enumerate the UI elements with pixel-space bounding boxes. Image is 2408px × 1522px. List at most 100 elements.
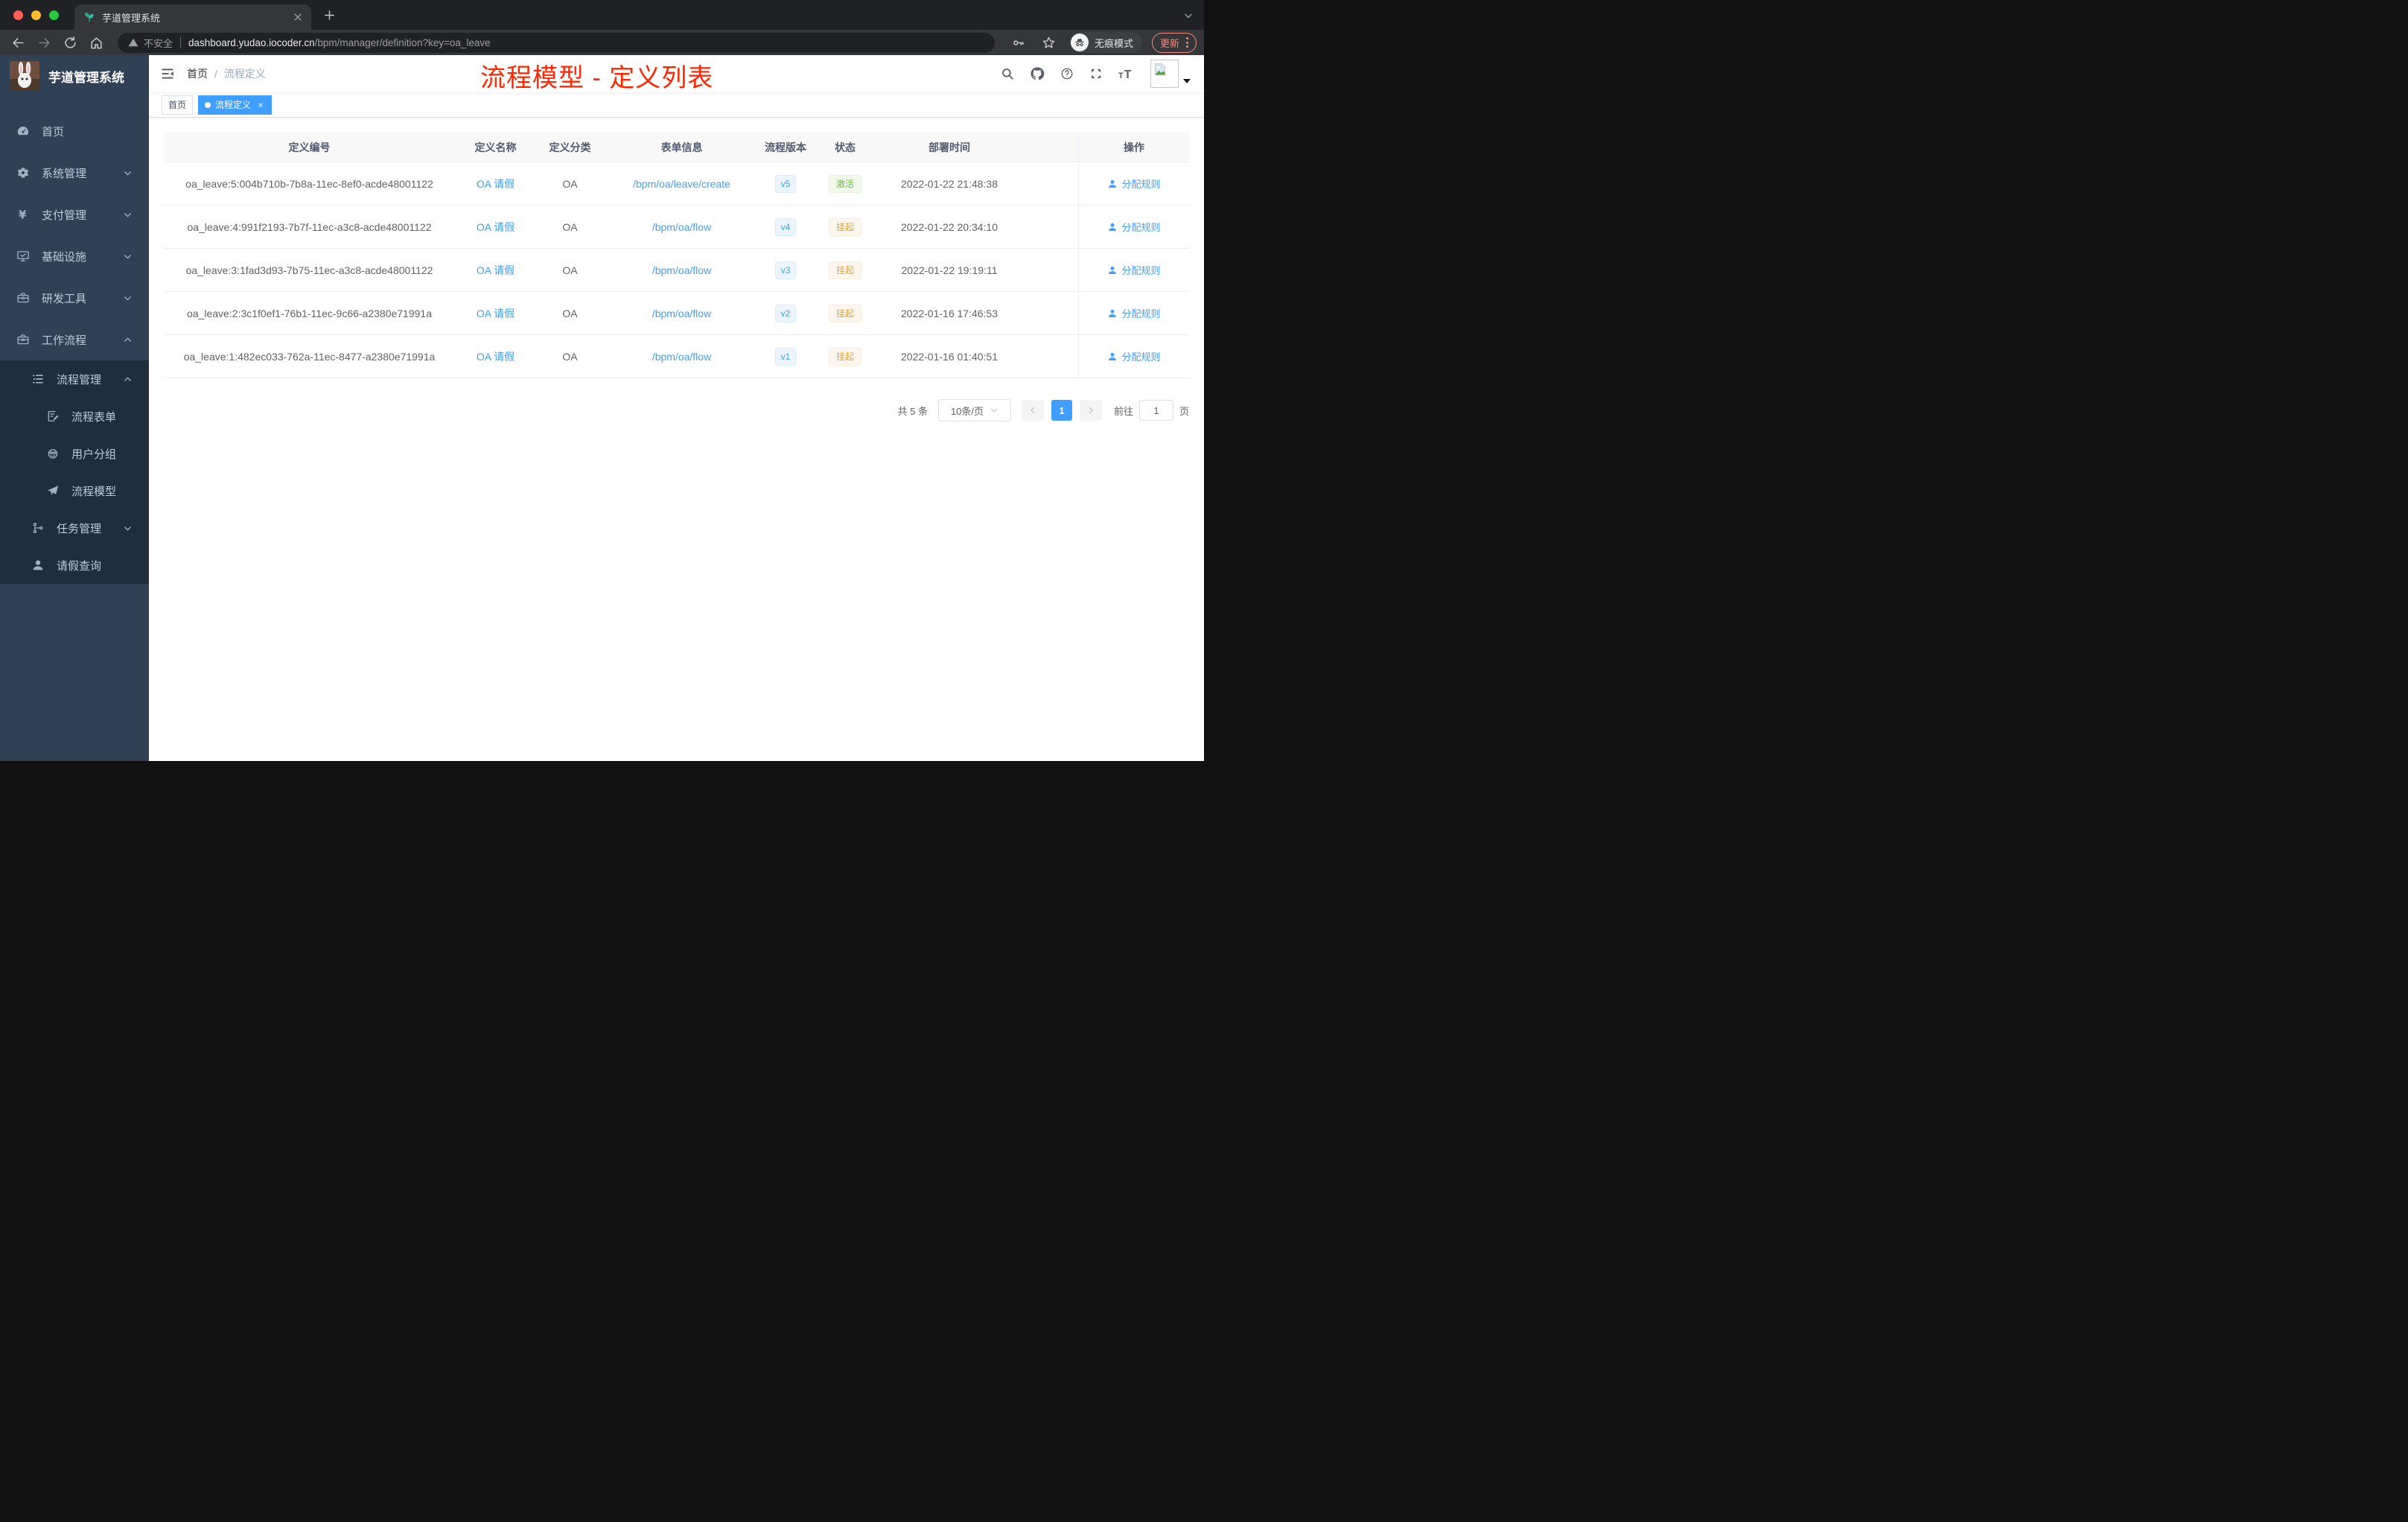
user-icon — [31, 558, 45, 572]
incognito-label: 无痕模式 — [1094, 37, 1133, 49]
assign-rule-link[interactable]: 分配规则 — [1107, 220, 1161, 234]
app-title: 芋道管理系统 — [48, 70, 124, 85]
prev-page-button[interactable] — [1021, 400, 1044, 421]
assign-rule-link[interactable]: 分配规则 — [1107, 176, 1161, 191]
incognito-badge: 无痕模式 — [1068, 32, 1142, 53]
goto-page-input[interactable] — [1138, 400, 1173, 421]
form-info-link[interactable]: /bpm/oa/flow — [652, 264, 711, 276]
not-secure-warning-icon[interactable] — [128, 37, 138, 48]
sidebar-toggle-hamburger-icon[interactable] — [160, 66, 175, 81]
sidebar-item-user-11[interactable]: 请假查询 — [0, 547, 149, 584]
incognito-icon — [1074, 36, 1086, 48]
col-process-version: 流程版本 — [765, 141, 806, 153]
fullscreen-icon[interactable] — [1089, 67, 1103, 80]
table-header: 定义编号 定义名称 定义分类 表单信息 流程版本 状态 部署时间 操作 — [164, 133, 1189, 162]
address-bar[interactable]: 不安全 dashboard.yudao.iocoder.cn /bpm/mana… — [118, 32, 995, 53]
definition-name-link[interactable]: OA 请假 — [477, 306, 515, 321]
status-badge: 挂起 — [828, 347, 861, 366]
definition-id: oa_leave:1:482ec033-762a-11ec-8477-a2380… — [183, 350, 436, 363]
definition-name-link[interactable]: OA 请假 — [477, 176, 515, 191]
sidebar-item-monitor-3[interactable]: 基础设施 — [0, 235, 149, 277]
col-form-info: 表单信息 — [660, 141, 703, 153]
assign-rule-link[interactable]: 分配规则 — [1107, 306, 1161, 320]
plane-icon — [46, 484, 60, 497]
navbar-actions: TT — [1001, 60, 1191, 88]
assign-rule-link[interactable]: 分配规则 — [1107, 263, 1161, 277]
logo-row[interactable]: 芋道管理系统 — [0, 55, 149, 97]
page-number-1[interactable]: 1 — [1051, 400, 1072, 421]
form-info-link[interactable]: /bpm/oa/flow — [652, 221, 711, 233]
definition-name-link[interactable]: OA 请假 — [477, 349, 515, 364]
col-actions: 操作 — [1078, 133, 1189, 162]
sidebar-item-toolbox-5[interactable]: 工作流程 — [0, 319, 149, 360]
svg-text:T: T — [1124, 68, 1132, 80]
table-row-5: oa_leave:1:482ec033-762a-11ec-8477-a2380… — [164, 335, 1189, 378]
close-tag-icon[interactable]: × — [256, 100, 265, 110]
sidebar-item-robot-8[interactable]: 用户分组 — [0, 435, 149, 472]
sidebar-item-toolbox-4[interactable]: 研发工具 — [0, 277, 149, 319]
toolbox-icon — [16, 333, 30, 346]
pager-buttons: 1 — [1021, 400, 1102, 421]
definition-category: OA — [562, 220, 578, 233]
form-info-link[interactable]: /bpm/oa/leave/create — [633, 178, 730, 190]
robot-icon — [46, 447, 60, 460]
bookmark-star-icon[interactable] — [1042, 36, 1056, 50]
browser-tab[interactable]: 芋道管理系统 — [74, 4, 311, 30]
sidebar-item-form-7[interactable]: 流程表单 — [0, 398, 149, 435]
yen-icon: ¥ — [16, 208, 30, 221]
toolbar-right: 无痕模式 更新 — [1008, 32, 1197, 53]
col-definition-name: 定义名称 — [474, 141, 517, 153]
close-tab-icon[interactable] — [292, 11, 304, 23]
pagination: 共 5 条 10条/页 1 前往 页 — [164, 399, 1189, 421]
sidebar-item-plane-9[interactable]: 流程模型 — [0, 472, 149, 509]
forward-icon[interactable] — [37, 36, 51, 50]
tag-process-definition[interactable]: 流程定义 × — [198, 95, 273, 115]
list-icon — [31, 372, 45, 386]
new-tab-button[interactable] — [323, 9, 336, 22]
top-navbar: 首页 / 流程定义 TT 流程模型 - 定义列表 — [149, 55, 1204, 92]
form-info-link[interactable]: /bpm/oa/flow — [652, 351, 711, 363]
home-icon[interactable] — [89, 36, 103, 50]
next-page-button[interactable] — [1079, 400, 1102, 421]
search-icon[interactable] — [1001, 67, 1014, 80]
assign-rule-link[interactable]: 分配规则 — [1107, 349, 1161, 363]
user-menu[interactable] — [1150, 60, 1191, 88]
sidebar-item-tree-10[interactable]: 任务管理 — [0, 509, 149, 547]
filler-cell — [1020, 335, 1078, 378]
sidebar: 芋道管理系统 首页 系统管理 ¥ 支付管理 基础设施 研发工具 工作流程 流程管理 流程表单 用户… — [0, 55, 149, 761]
zoom-window-button[interactable] — [49, 10, 59, 20]
back-icon[interactable] — [11, 36, 25, 50]
chevron-down-icon — [123, 293, 133, 303]
page-size-select[interactable]: 10条/页 — [937, 399, 1011, 421]
close-window-button[interactable] — [13, 10, 23, 20]
font-size-icon[interactable]: TT — [1118, 67, 1135, 80]
definition-name-link[interactable]: OA 请假 — [477, 263, 515, 278]
version-badge: v4 — [774, 217, 797, 236]
browser-update-button[interactable]: 更新 — [1151, 32, 1197, 53]
breadcrumb-home[interactable]: 首页 — [187, 66, 208, 81]
tab-search-chevron-icon[interactable] — [1183, 10, 1194, 21]
password-key-icon[interactable] — [1012, 36, 1025, 49]
user-icon — [1107, 222, 1118, 232]
definition-id: oa_leave:4:991f2193-7b7f-11ec-a3c8-acde4… — [187, 220, 432, 233]
help-icon[interactable] — [1060, 67, 1074, 80]
svg-text:¥: ¥ — [19, 208, 27, 221]
sidebar-item-dashboard-0[interactable]: 首页 — [0, 110, 149, 152]
filler-cell — [1020, 249, 1078, 291]
reload-icon[interactable] — [63, 36, 77, 50]
form-info-link[interactable]: /bpm/oa/flow — [652, 308, 711, 319]
sidebar-item-gear-1[interactable]: 系统管理 — [0, 152, 149, 194]
deploy-time: 2022-01-16 01:40:51 — [901, 350, 998, 363]
github-icon[interactable] — [1030, 66, 1045, 81]
sidebar-item-list-6[interactable]: 流程管理 — [0, 360, 149, 398]
annotation-title: 流程模型 - 定义列表 — [480, 64, 714, 92]
minimize-window-button[interactable] — [31, 10, 41, 20]
browser-menu-icon[interactable] — [1186, 37, 1188, 48]
definition-name-link[interactable]: OA 请假 — [477, 220, 515, 235]
tags-view-bar: 首页 流程定义 × — [149, 92, 1204, 118]
sidebar-item-yen-2[interactable]: ¥ 支付管理 — [0, 194, 149, 235]
definition-id: oa_leave:2:3c1f0ef1-76b1-11ec-9c66-a2380… — [186, 307, 432, 319]
status-badge: 激活 — [828, 174, 861, 193]
tag-home[interactable]: 首页 — [162, 95, 194, 115]
definition-id: oa_leave:5:004b710b-7b8a-11ec-8ef0-acde4… — [185, 177, 433, 190]
